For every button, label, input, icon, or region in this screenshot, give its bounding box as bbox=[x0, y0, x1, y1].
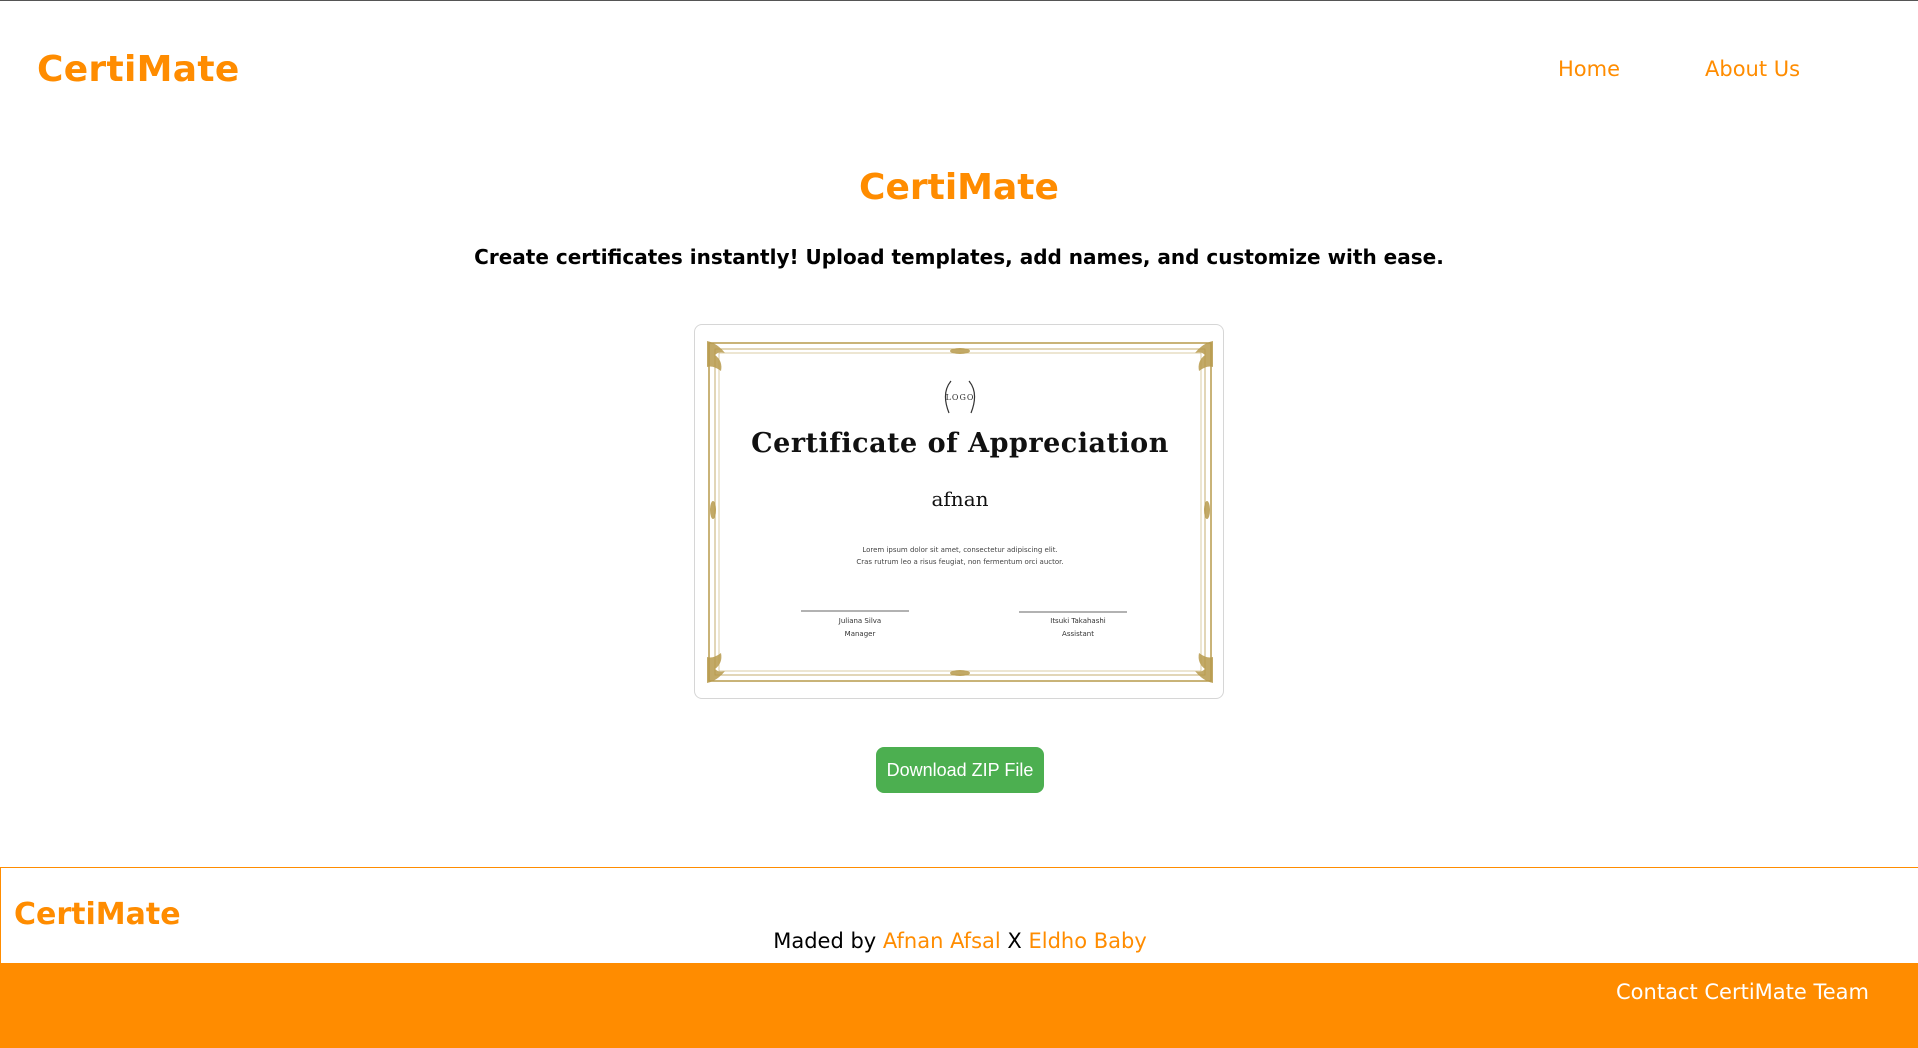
footer-credits: Maded by Afnan Afsal X Eldho Baby bbox=[1, 929, 1918, 953]
footer: CertiMate Maded by Afnan Afsal X Eldho B… bbox=[0, 867, 1918, 963]
nav-home-link[interactable]: Home bbox=[1558, 57, 1620, 81]
signatory-role: Manager bbox=[844, 630, 876, 638]
credits-prefix: Maded by bbox=[773, 929, 883, 953]
certificate-title: Certificate of Appreciation bbox=[751, 428, 1169, 459]
page-title: CertiMate bbox=[859, 167, 1059, 208]
contact-team-link[interactable]: Contact CertiMate Team bbox=[1616, 980, 1869, 1004]
certificate-body-text: Lorem ipsum dolor sit amet, consectetur … bbox=[695, 544, 1223, 568]
certificate-recipient-name: afnan bbox=[931, 487, 989, 511]
brand-logo[interactable]: CertiMate bbox=[37, 49, 240, 90]
top-navbar: CertiMate Home About Us bbox=[0, 1, 1918, 141]
certificate-body-line-2: Cras rutrum leo a risus feugiat, non fer… bbox=[856, 558, 1064, 566]
page-subtitle: Create certificates instantly! Upload te… bbox=[474, 245, 1444, 269]
footer-brand: CertiMate bbox=[14, 897, 181, 932]
signatory-left: Juliana Silva Manager bbox=[795, 615, 925, 641]
nav-about-link[interactable]: About Us bbox=[1705, 57, 1800, 81]
author-link-afnan[interactable]: Afnan Afsal bbox=[883, 929, 1001, 953]
certificate-border-ornament bbox=[707, 341, 1213, 683]
certificate-preview: LOGO Certificate of Appreciation afnan L… bbox=[694, 324, 1224, 699]
download-zip-button[interactable]: Download ZIP File bbox=[876, 747, 1044, 793]
certificate-logo-label: LOGO bbox=[945, 393, 975, 402]
certificate-body-line-1: Lorem ipsum dolor sit amet, consectetur … bbox=[862, 546, 1058, 554]
footer-contact-bar: Contact CertiMate Team bbox=[0, 963, 1918, 1048]
signatory-name: Itsuki Takahashi bbox=[1050, 617, 1106, 625]
signatory-right: Itsuki Takahashi Assistant bbox=[1013, 615, 1143, 641]
credits-separator: X bbox=[1000, 929, 1029, 953]
author-link-eldho[interactable]: Eldho Baby bbox=[1028, 929, 1146, 953]
signatory-name: Juliana Silva bbox=[838, 617, 882, 625]
signatory-role: Assistant bbox=[1062, 630, 1094, 638]
